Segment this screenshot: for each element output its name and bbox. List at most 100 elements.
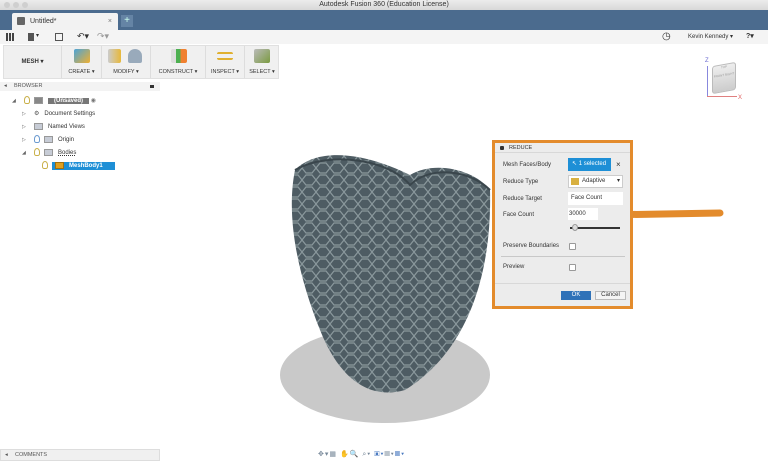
- tree-item-document-settings[interactable]: ▷ ⚙ Document Settings: [22, 109, 95, 119]
- face-count-value: 30000: [569, 211, 586, 217]
- adaptive-icon: [571, 178, 579, 185]
- modify-icon: [108, 49, 121, 63]
- active-radio-icon[interactable]: ◉: [91, 98, 96, 104]
- dialog-title: REDUCE: [509, 145, 533, 151]
- view-cube-right[interactable]: RIGHT: [725, 71, 734, 77]
- reduce-target-select[interactable]: Face Count: [568, 192, 623, 205]
- preview-label: Preview: [503, 264, 525, 270]
- browser-panel-header[interactable]: ◂ BROWSER: [0, 82, 160, 91]
- preserve-boundaries-checkbox[interactable]: [569, 243, 576, 250]
- item-label: Named Views: [48, 124, 85, 130]
- component-icon: [34, 96, 43, 104]
- tree-root[interactable]: ◢ (Unsaved) ◉: [12, 96, 96, 106]
- close-tab-icon[interactable]: ×: [108, 13, 112, 30]
- z-axis-label: Z: [705, 58, 709, 64]
- select-label: SELECT ▾: [249, 69, 275, 75]
- document-tab[interactable]: Untitled* ×: [12, 13, 118, 30]
- ok-button[interactable]: OK: [561, 291, 591, 300]
- browser-title: BROWSER: [14, 83, 43, 89]
- view-cube[interactable]: Z X TOP FRONT RIGHT: [700, 58, 755, 108]
- modify-menu[interactable]: MODIFY ▾: [102, 46, 151, 78]
- reduce-type-select[interactable]: Adaptive ▾: [568, 175, 623, 188]
- tab-label: Untitled*: [30, 18, 57, 25]
- expand-comments-icon[interactable]: ◂: [5, 450, 8, 461]
- face-count-input[interactable]: 30000: [568, 208, 598, 220]
- navigation-toolbar: ✥▾▦ ✋🔍 ⌕▾ ▣▾▤▾▦▾: [318, 450, 450, 460]
- orbit-icon[interactable]: ✥▾: [318, 451, 329, 458]
- comments-panel[interactable]: ◂ COMMENTS: [0, 449, 160, 461]
- visibility-bulb-icon[interactable]: [42, 161, 48, 170]
- file-menu-arrow[interactable]: ▾: [36, 32, 39, 39]
- visibility-bulb-icon[interactable]: [34, 148, 40, 157]
- inspect-menu[interactable]: INSPECT ▾: [206, 46, 245, 78]
- folder-icon: [44, 148, 53, 156]
- cancel-button[interactable]: Cancel: [595, 291, 626, 300]
- undo-button[interactable]: ↶▾: [77, 31, 89, 42]
- dialog-collapse-icon[interactable]: [500, 146, 504, 150]
- folder-icon: [44, 135, 53, 143]
- fit-icon[interactable]: ⌕▾: [362, 451, 371, 458]
- tree-item-origin[interactable]: ▷ Origin: [22, 135, 74, 145]
- pan-icon[interactable]: ✋: [340, 451, 350, 458]
- display-settings-icon[interactable]: ▣▾: [374, 451, 384, 458]
- visibility-bulb-icon[interactable]: [24, 96, 30, 105]
- select-menu[interactable]: SELECT ▾: [245, 46, 279, 78]
- quick-access-toolbar: ▾ ↶▾ ↷▾ ◷ Kevin Kennedy ▾ ?▾: [0, 30, 768, 44]
- viewports-icon[interactable]: ▦▾: [395, 451, 405, 458]
- document-icon: [17, 17, 25, 25]
- reduce-type-value: Adaptive: [582, 178, 606, 184]
- tree-item-bodies[interactable]: ◢ Bodies: [22, 148, 77, 158]
- face-count-slider[interactable]: [570, 224, 620, 231]
- ribbon-toolbar: MESH ▾ CREATE ▾ MODIFY ▾ CONSTRUCT ▾ INS…: [3, 45, 279, 79]
- view-cube-front[interactable]: FRONT: [714, 73, 724, 79]
- x-axis-line: [707, 96, 737, 97]
- mesh-body-model[interactable]: [260, 150, 500, 440]
- clear-selection-icon[interactable]: ×: [616, 160, 621, 169]
- slider-handle[interactable]: [572, 224, 579, 231]
- collapse-browser-icon[interactable]: ◂: [4, 82, 7, 91]
- workspace-switcher[interactable]: MESH ▾: [4, 46, 62, 78]
- construct-label: CONSTRUCT ▾: [158, 69, 198, 75]
- view-cube-top[interactable]: TOP: [721, 64, 727, 69]
- divider: [495, 283, 630, 284]
- create-menu[interactable]: CREATE ▾: [62, 46, 102, 78]
- mesh-faces-label: Mesh Faces/Body: [503, 162, 552, 168]
- zoom-icon[interactable]: 🔍: [350, 451, 360, 458]
- apps-grid-icon[interactable]: [6, 33, 14, 41]
- save-icon[interactable]: [55, 33, 63, 41]
- minimize-window-button[interactable]: [13, 2, 19, 8]
- tree-item-meshbody1[interactable]: MeshBody1: [42, 161, 115, 171]
- chevron-down-icon: ▾: [616, 178, 620, 184]
- reduce-dialog: REDUCE Mesh Faces/Body ↖ 1 selected × Re…: [492, 140, 633, 309]
- preview-checkbox[interactable]: [569, 264, 576, 271]
- mesh-selection-button[interactable]: ↖ 1 selected: [568, 158, 611, 171]
- reduce-target-label: Reduce Target: [503, 196, 542, 202]
- mesh-body-icon: [55, 161, 64, 169]
- tree-item-named-views[interactable]: ▷ Named Views: [22, 122, 85, 132]
- inspect-label: INSPECT ▾: [210, 69, 240, 75]
- reduce-type-label: Reduce Type: [503, 179, 539, 185]
- close-window-button[interactable]: [4, 2, 10, 8]
- select-icon: [254, 49, 270, 63]
- help-menu[interactable]: ?▾: [746, 32, 754, 40]
- look-at-icon[interactable]: ▦: [329, 451, 337, 458]
- file-icon[interactable]: [28, 33, 34, 41]
- redo-button[interactable]: ↷▾: [97, 31, 109, 42]
- comments-label: COMMENTS: [15, 452, 48, 458]
- pin-icon[interactable]: [150, 85, 154, 88]
- root-label: (Unsaved): [48, 98, 90, 104]
- grid-icon[interactable]: ▤▾: [384, 451, 394, 458]
- window-title: Autodesk Fusion 360 (Education License): [319, 1, 449, 8]
- visibility-bulb-icon[interactable]: [34, 135, 40, 144]
- view-cube-box[interactable]: TOP FRONT RIGHT: [712, 61, 736, 95]
- history-clock-icon[interactable]: ◷: [662, 31, 671, 42]
- new-tab-button[interactable]: +: [121, 15, 133, 27]
- face-count-label: Face Count: [503, 212, 535, 218]
- selection-count: 1 selected: [578, 161, 607, 167]
- user-menu[interactable]: Kevin Kennedy ▾: [688, 33, 733, 40]
- maximize-window-button[interactable]: [22, 2, 28, 8]
- create-icon: [74, 49, 90, 63]
- dialog-header[interactable]: REDUCE: [495, 143, 630, 153]
- construct-menu[interactable]: CONSTRUCT ▾: [151, 46, 206, 78]
- item-label: Bodies: [58, 150, 77, 156]
